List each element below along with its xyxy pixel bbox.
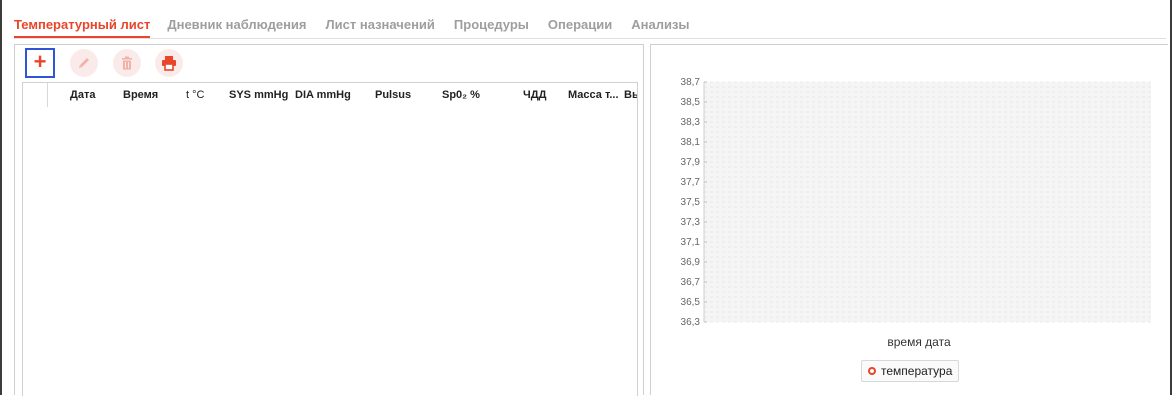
y-tick-label: 36,9 bbox=[681, 257, 701, 268]
column-rr[interactable]: ЧДД bbox=[523, 83, 546, 107]
delete-button[interactable] bbox=[113, 49, 141, 77]
records-panel: + Дата Время t °C SYS mmHg DIA mmHg Puls… bbox=[14, 44, 644, 396]
column-temperature[interactable]: t °C bbox=[186, 83, 204, 107]
y-tick-label: 38,5 bbox=[681, 97, 701, 108]
y-tick-label: 37,9 bbox=[681, 157, 701, 168]
y-tick-label: 37,7 bbox=[681, 177, 701, 188]
y-tick-label: 37,1 bbox=[681, 237, 701, 248]
x-axis-label: время дата bbox=[887, 335, 951, 349]
tab-procedures[interactable]: Процедуры bbox=[454, 0, 529, 38]
printer-icon bbox=[162, 56, 176, 71]
tab-analyses[interactable]: Анализы bbox=[631, 0, 689, 38]
legend-label: температура bbox=[881, 364, 953, 378]
table-body bbox=[22, 107, 638, 396]
table-header: Дата Время t °C SYS mmHg DIA mmHg Pulsus… bbox=[22, 82, 638, 108]
tab-prescriptions[interactable]: Лист назначений bbox=[326, 0, 435, 38]
y-tick-label: 36,5 bbox=[681, 297, 701, 308]
tab-divider bbox=[14, 38, 1166, 39]
column-sys[interactable]: SYS mmHg bbox=[229, 83, 288, 107]
tab-temperature-sheet[interactable]: Температурный лист bbox=[14, 0, 151, 38]
y-tick-label: 36,3 bbox=[681, 317, 701, 328]
y-tick-label: 38,3 bbox=[681, 117, 701, 128]
tab-operations[interactable]: Операции bbox=[548, 0, 612, 38]
trash-icon bbox=[122, 56, 132, 70]
tab-observation-diary[interactable]: Дневник наблюдения bbox=[167, 0, 306, 38]
add-button[interactable]: + bbox=[25, 48, 55, 78]
column-separator bbox=[47, 83, 48, 107]
column-dia[interactable]: DIA mmHg bbox=[295, 83, 351, 107]
column-date[interactable]: Дата bbox=[70, 83, 95, 107]
column-body-mass[interactable]: Масса т... bbox=[568, 83, 619, 107]
chart-legend[interactable]: температура bbox=[861, 360, 960, 382]
temperature-chart: 38,7 38,5 38,3 38,1 37,9 37,7 37,5 37,3 37,1 36,9… bbox=[681, 77, 1151, 349]
column-pulsus[interactable]: Pulsus bbox=[375, 83, 411, 107]
y-tick-label: 38,1 bbox=[681, 137, 701, 148]
pencil-icon bbox=[79, 58, 89, 68]
y-tick-label: 37,5 bbox=[681, 197, 701, 208]
column-time[interactable]: Время bbox=[123, 83, 158, 107]
legend-marker bbox=[868, 367, 876, 375]
tab-bar: Температурный лист Дневник наблюдения Ли… bbox=[14, 0, 709, 38]
y-tick-label: 37,3 bbox=[681, 217, 701, 228]
column-extra[interactable]: Вы bbox=[624, 83, 637, 107]
edit-button[interactable] bbox=[70, 49, 98, 77]
plus-icon: + bbox=[33, 49, 47, 74]
y-tick-label: 38,7 bbox=[681, 77, 701, 88]
print-button[interactable] bbox=[155, 49, 183, 77]
y-tick-label: 36,7 bbox=[681, 277, 701, 288]
column-spo2[interactable]: Sp0₂ % bbox=[442, 83, 480, 107]
chart-panel: 38,7 38,5 38,3 38,1 37,9 37,7 37,5 37,3 37,1 36,9… bbox=[650, 44, 1168, 395]
